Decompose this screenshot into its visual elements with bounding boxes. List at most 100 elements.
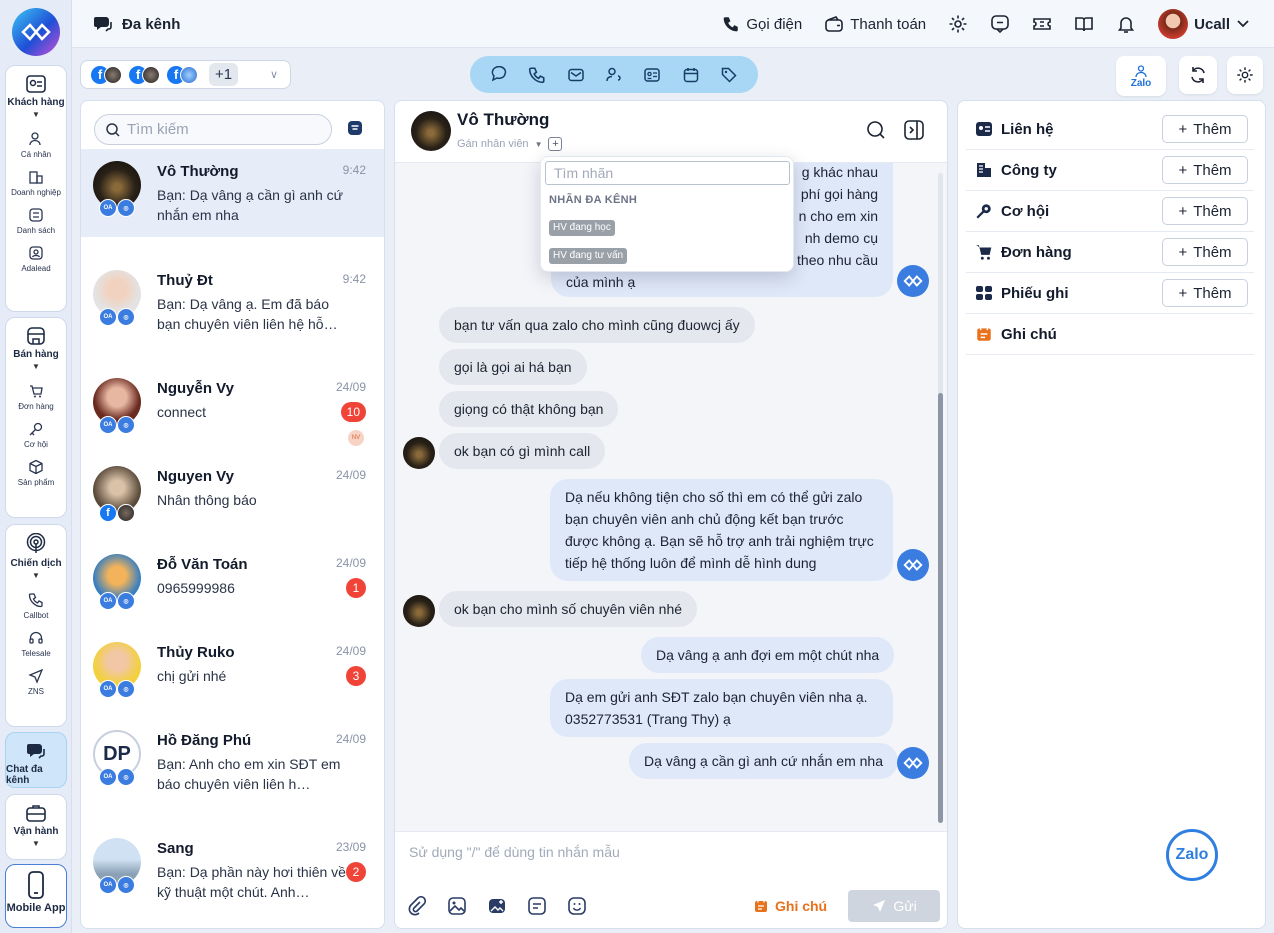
chat-header: Vô Thường Gán nhân viên ▼ + [395,101,947,163]
rail-group-sales: Bán hàng ▼ Đơn hàng Cơ hội Sản phẩm [5,317,67,518]
note-button[interactable]: Ghi chú [753,898,827,914]
zalo-oa-icon: OA [99,592,117,610]
call-button[interactable]: Gọi điện [722,15,802,33]
gear-icon[interactable] [948,14,968,34]
phone-icon[interactable] [528,66,546,84]
zalo-oa-icon: OA [99,680,117,698]
avatar [1158,9,1189,39]
user-name: Ucall [1194,15,1230,33]
rail-customers[interactable]: Khách hàng ▼ [6,66,66,121]
search-input[interactable]: Tìm kiếm [94,114,332,145]
sidebar-toggle-icon[interactable] [903,119,925,141]
section-label: Phiếu ghi [1001,284,1069,302]
message-square-icon[interactable] [990,14,1010,34]
facebook-icon: f [99,504,117,522]
template-icon[interactable] [527,896,547,916]
filter-icon[interactable] [346,119,364,137]
list-item[interactable]: OA ◎ Sang 23/09 Bạn: Dạ phần này hơi thiê… [81,826,384,914]
add-label: Thêm [1193,161,1232,179]
list-item[interactable]: OA ◎ Đỗ Văn Toán 24/09 0965999986 1 [81,542,384,630]
refresh-button[interactable] [1179,56,1217,94]
rail-item-adalead[interactable]: Adalead [6,245,66,273]
list-item[interactable]: OA ◎ Nguyễn Vy 24/09 connect 10 NV [81,366,384,454]
agent-avatar [897,549,929,581]
ticket-icon[interactable] [1032,14,1052,34]
label-option[interactable]: HV đang học [549,220,615,236]
broadcast-icon [25,533,47,555]
rail-item-list[interactable]: Danh sách [6,207,66,235]
contact-name: Thủy Ruko [157,644,235,661]
payment-button[interactable]: Thanh toán [824,15,926,33]
chat-icon[interactable] [490,65,508,84]
attachment-icon[interactable] [407,896,427,916]
user-menu[interactable]: Ucall [1158,9,1250,39]
message-preview: Bạn: Dạ phần này hơi thiên về kỹ thuật m… [157,864,346,900]
rail-item-label: Adalead [21,264,51,273]
mobile-icon [25,871,47,899]
rail-item-orders[interactable]: Đơn hàng [6,383,66,411]
emoji-icon[interactable] [567,896,587,916]
book-icon[interactable] [1074,14,1094,34]
zalo-icon: ◎ [117,768,135,786]
add-opportunity-button[interactable]: + Thêm [1162,197,1248,225]
gallery-add-icon[interactable] [487,896,507,916]
label-option[interactable]: HV đang tư vấn [549,248,628,264]
message-time: 24/09 [335,644,366,658]
add-record-button[interactable]: + Thêm [1162,279,1248,307]
rail-item-callbot[interactable]: Callbot [6,592,66,620]
user-square-icon [28,245,44,261]
rail-mobile-app[interactable]: Mobile App [5,864,67,928]
bell-icon[interactable] [1116,14,1136,34]
rail-item-products[interactable]: Sản phẩm [6,459,66,487]
image-icon[interactable] [447,896,467,916]
list-item[interactable]: f Nguyen Vy 24/09 Nhân thông báo [81,454,384,542]
scrollbar[interactable] [938,173,943,823]
section-contacts: Liên hệ + Thêm [966,109,1254,150]
rail-item-opportunity[interactable]: Cơ hội [6,421,66,449]
mail-icon[interactable] [567,66,585,84]
search-icon[interactable] [865,119,887,141]
assign-staff-dropdown[interactable]: Gán nhân viên [457,138,529,150]
tab-zalo[interactable]: Zalo [1116,56,1166,96]
rail-chat-multichannel[interactable]: Chat đa kênh [5,732,67,788]
list-item[interactable]: OA ◎ Vô Thường 9:42 Bạn: Dạ vâng ạ cần gì… [81,149,384,237]
id-card-icon[interactable] [643,66,661,84]
channel-selector[interactable]: f f f +1 ∨ [80,60,291,89]
message-input[interactable]: Sử dụng "/" để dùng tin nhắn mẫu [409,844,620,860]
conversation-list: Tìm kiếm OA ◎ Vô Thường 9:42 Bạn: Dạ vâng… [80,100,385,929]
settings-button[interactable] [1227,56,1263,94]
rail-item-zns[interactable]: ZNS [6,668,66,696]
add-company-button[interactable]: + Thêm [1162,156,1248,184]
message-composer: Sử dụng "/" để dùng tin nhắn mẫu Ghi chú… [395,831,947,928]
label-search-input[interactable]: Tìm nhãn [545,161,790,185]
zalo-icon: ◎ [117,592,135,610]
rail-chat-label: Chat đa kênh [6,764,43,786]
label-section-title: NHÃN ĐA KÊNH [549,194,638,206]
send-button[interactable]: Gửi [848,890,940,922]
list-item[interactable]: OA ◎ Thủy Ruko 24/09 chị gửi nhé 3 [81,630,384,718]
rail-campaigns-label: Chiến dịch [10,558,62,569]
user-location-icon[interactable] [605,66,623,84]
list-item[interactable]: DP OA ◎ Hồ Đăng Phú 24/09 Bạn: Anh cho em… [81,718,384,806]
calendar-icon[interactable] [682,66,700,84]
rail-item-business[interactable]: Doanh nghiệp [6,169,66,197]
app-logo[interactable] [12,8,60,56]
rail-item-label: Telesale [21,649,51,658]
rail-item-telesale[interactable]: Telesale [6,630,66,658]
add-label: Thêm [1193,120,1232,138]
rail-sales[interactable]: Bán hàng ▼ [6,318,66,373]
rail-campaigns[interactable]: Chiến dịch ▼ [6,525,66,582]
add-order-button[interactable]: + Thêm [1162,238,1248,266]
tag-icon[interactable] [720,66,738,84]
message-time: 23/09 [335,840,366,854]
add-contact-button[interactable]: + Thêm [1162,115,1248,143]
plus-icon: + [1178,161,1188,179]
users-icon [28,131,44,147]
scrollbar-thumb[interactable] [938,393,943,823]
rail-operations[interactable]: Vận hành ▼ [5,794,67,860]
rail-item-individual[interactable]: Cá nhân [6,131,66,159]
page-avatar [104,65,122,84]
list-item[interactable]: OA ◎ Thuỷ Đt 9:42 Bạn: Dạ vâng ạ. Em đã b… [81,258,384,346]
add-label-button[interactable]: + [548,137,563,151]
zalo-badge[interactable]: Zalo [1166,829,1218,881]
